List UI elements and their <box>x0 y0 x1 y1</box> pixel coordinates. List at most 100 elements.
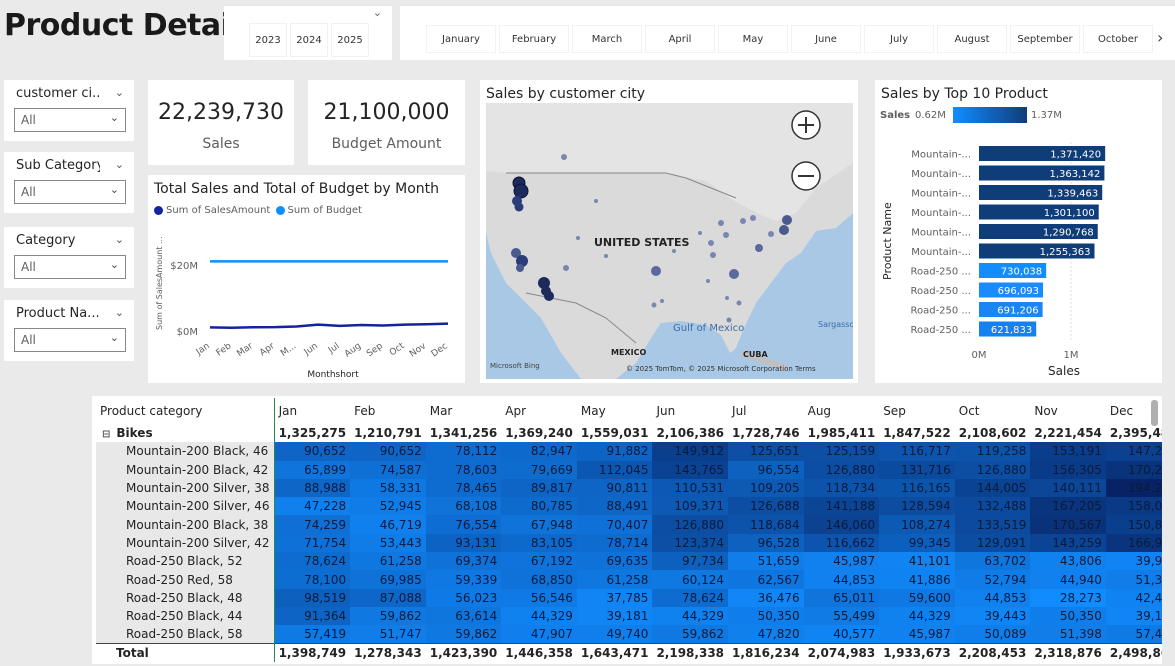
month-chip[interactable]: May <box>718 25 788 53</box>
map-bubble[interactable] <box>514 202 524 212</box>
bar-data-label: 1,371,420 <box>1050 150 1101 161</box>
month-chip[interactable]: April <box>645 25 715 53</box>
column-header-category[interactable]: Product category <box>96 398 275 424</box>
table-cell: 50,350 <box>728 606 804 626</box>
map-bubble[interactable] <box>708 240 714 246</box>
map-bubble[interactable] <box>563 265 569 271</box>
legend-max: 1.37M <box>1031 110 1062 121</box>
column-header[interactable]: Oct <box>955 398 1031 424</box>
map-bubble[interactable] <box>782 215 792 225</box>
map-bubble[interactable] <box>706 279 710 283</box>
map-bubble[interactable] <box>651 266 661 276</box>
column-header[interactable]: Sep <box>879 398 955 424</box>
map-bubble[interactable] <box>710 252 716 258</box>
x-tick-label: Jan <box>194 341 212 358</box>
table-row[interactable]: Mountain-200 Silver, 46 47,228 52,945 68,10… <box>96 497 1162 516</box>
table-cell: 42,410 <box>1105 588 1162 607</box>
table-cell: 59,862 <box>350 606 426 626</box>
map-bubble[interactable] <box>544 291 554 301</box>
table-row[interactable]: Mountain-200 Black, 46 90,652 90,652 78,112… <box>96 442 1162 461</box>
total-row[interactable]: Total 1,398,749 1,278,343 1,423,390 1,446,35… <box>96 643 1162 662</box>
map-bubble[interactable] <box>698 231 702 235</box>
map-bubble[interactable] <box>672 249 676 253</box>
map-bubble[interactable] <box>723 232 729 238</box>
map-canvas[interactable]: UNITED STATES Gulf of Mexico MEXICO CUBA… <box>486 103 853 379</box>
chevron-down-icon[interactable]: ⌄ <box>115 158 124 171</box>
month-chip[interactable]: September <box>1010 25 1080 53</box>
filter-dropdown[interactable]: All ⌄ <box>14 255 126 279</box>
map-bubble[interactable] <box>725 296 729 300</box>
collapse-icon[interactable]: ⊟ <box>102 429 110 440</box>
map-bubble[interactable] <box>755 244 763 252</box>
column-header[interactable]: Nov <box>1030 398 1106 424</box>
table-cell: 78,603 <box>425 460 502 479</box>
zoom-out-button[interactable] <box>791 161 821 191</box>
month-chip[interactable]: March <box>572 25 642 53</box>
month-chip[interactable]: January <box>426 25 496 53</box>
table-cell: 149,912 <box>652 442 729 461</box>
vertical-scrollbar[interactable] <box>1151 400 1158 426</box>
row-label: Road-250 Black, 52 <box>96 552 275 571</box>
year-chip-2024[interactable]: 2024 <box>290 23 328 57</box>
map-bubble[interactable] <box>513 183 529 199</box>
chevron-down-icon[interactable]: ⌄ <box>373 6 382 19</box>
column-header[interactable]: Mar <box>426 398 502 424</box>
map-bubble[interactable] <box>740 218 746 224</box>
chevron-down-icon[interactable]: ⌄ <box>115 306 124 319</box>
month-chip[interactable]: June <box>791 25 861 53</box>
map-bubble[interactable] <box>594 199 598 203</box>
map-bubble[interactable] <box>729 269 739 279</box>
map-bubble[interactable] <box>726 317 732 323</box>
column-header[interactable]: Aug <box>804 398 880 424</box>
table-cell: 50,089 <box>954 625 1031 644</box>
filter-value: All <box>21 333 36 347</box>
table-row[interactable]: Road-250 Black, 48 98,519 87,088 56,023 56,5… <box>96 588 1162 607</box>
column-header[interactable]: Jun <box>652 398 728 424</box>
year-chip-2023[interactable]: 2023 <box>249 23 287 57</box>
table-cell: 78,112 <box>425 442 502 461</box>
month-chip[interactable]: February <box>499 25 569 53</box>
chevron-down-icon[interactable]: ⌄ <box>115 86 124 99</box>
table-row[interactable]: Mountain-200 Silver, 42 71,754 53,443 93,13… <box>96 533 1162 553</box>
column-header[interactable]: Feb <box>350 398 426 424</box>
map-bubble[interactable] <box>576 236 580 240</box>
table-cell: 57,419 <box>274 625 351 644</box>
map-bubble[interactable] <box>718 220 724 226</box>
month-chip[interactable]: October <box>1083 25 1153 53</box>
table-cell: 51,398 <box>1105 570 1162 589</box>
chevron-down-icon[interactable]: ⌄ <box>115 233 124 246</box>
filter-dropdown[interactable]: All ⌄ <box>14 180 126 204</box>
row-label: Mountain-200 Silver, 42 <box>96 533 275 553</box>
map-bubble[interactable] <box>660 299 664 303</box>
zoom-in-button[interactable] <box>791 110 821 140</box>
group-row[interactable]: ⊟ Bikes 1,325,275 1,210,791 1,341,256 1,369,2… <box>96 424 1162 443</box>
month-chip[interactable]: July <box>864 25 934 53</box>
table-row[interactable]: Mountain-200 Black, 42 65,899 74,587 78,603… <box>96 460 1162 479</box>
map-bubble[interactable] <box>516 264 524 272</box>
chevron-right-icon[interactable]: › <box>1157 28 1163 47</box>
column-header[interactable]: Jul <box>728 398 804 424</box>
filter-dropdown[interactable]: All ⌄ <box>14 108 126 132</box>
month-chip[interactable]: August <box>937 25 1007 53</box>
table-row[interactable]: Mountain-200 Black, 38 74,259 46,719 76,554… <box>96 515 1162 534</box>
line-chart-svg: Sum of SalesAmount ... $20M $0M Jan Feb Ma… <box>155 236 450 380</box>
table-cell: 68,850 <box>501 570 577 589</box>
table-row[interactable]: Road-250 Black, 44 91,364 59,862 63,614 44,3… <box>96 606 1162 626</box>
map-bubble[interactable] <box>736 300 742 306</box>
filter-dropdown[interactable]: All ⌄ <box>14 328 126 352</box>
column-header[interactable]: Jan <box>274 398 350 424</box>
map-bubble[interactable] <box>750 215 756 221</box>
table-row[interactable]: Mountain-200 Silver, 38 88,988 58,331 78,46… <box>96 478 1162 498</box>
table-cell: 39,181 <box>576 606 653 626</box>
map-bubble[interactable] <box>779 225 789 235</box>
map-bubble[interactable] <box>768 231 774 237</box>
year-chip-2025[interactable]: 2025 <box>331 23 369 57</box>
column-header[interactable]: May <box>577 398 653 424</box>
map-bubble[interactable] <box>651 302 657 308</box>
table-row[interactable]: Road-250 Black, 58 57,419 51,747 59,862 47,9… <box>96 625 1162 644</box>
table-row[interactable]: Road-250 Black, 52 78,624 61,258 69,374 67,1… <box>96 552 1162 571</box>
map-bubble[interactable] <box>604 254 608 258</box>
column-header[interactable]: Apr <box>501 398 577 424</box>
table-row[interactable]: Road-250 Red, 58 78,100 69,985 59,339 68,850… <box>96 570 1162 589</box>
map-bubble[interactable] <box>561 154 567 160</box>
